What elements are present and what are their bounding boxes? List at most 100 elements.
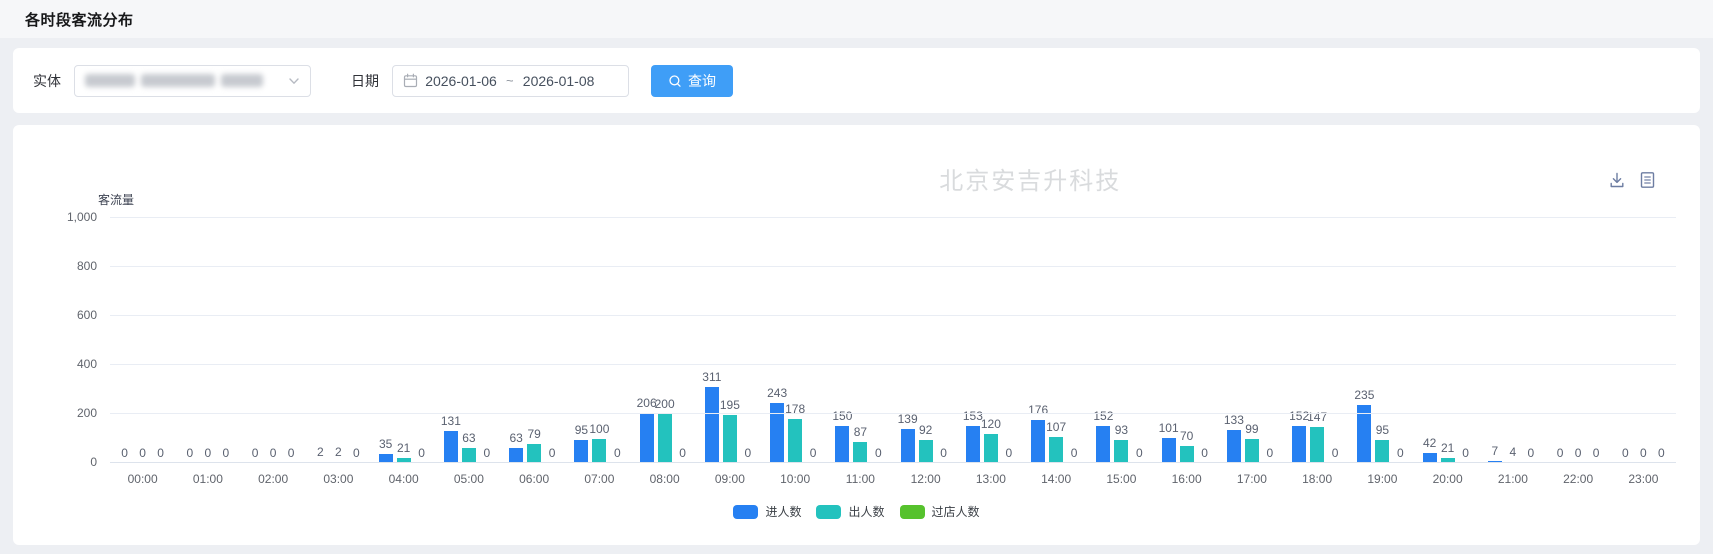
date-end-input[interactable]: 2026-01-08 [516, 73, 602, 89]
bar-series-1[interactable]: 63 [509, 448, 523, 463]
bar-group: 6379006:00 [502, 218, 567, 463]
bar-group: 311195009:00 [697, 218, 762, 463]
legend-item-1[interactable]: 进人数 [733, 503, 801, 520]
bar-value-label: 243 [767, 386, 787, 400]
bar-value-label: 21 [1441, 441, 1454, 455]
bar-value-label: 0 [614, 446, 621, 460]
query-button[interactable]: 查询 [651, 65, 733, 97]
bar-value-label: 0 [484, 446, 491, 460]
bar-value-label: 0 [270, 446, 277, 460]
bar-value-label: 70 [1180, 429, 1193, 443]
bar-value-label: 0 [745, 446, 752, 460]
bar-series-2[interactable]: 93 [1114, 440, 1128, 463]
bar-value-label: 0 [418, 446, 425, 460]
bar-value-label: 0 [1201, 446, 1208, 460]
bar-series-2[interactable]: 99 [1245, 439, 1259, 463]
bar-value-label: 0 [139, 446, 146, 460]
bar-value-label: 235 [1354, 388, 1374, 402]
legend-item-2[interactable]: 出人数 [816, 503, 884, 520]
bar-series-1[interactable]: 206 [640, 413, 654, 463]
bar-group: 3521004:00 [371, 218, 436, 463]
data-view-icon[interactable] [1639, 171, 1656, 189]
bar-value-label: 178 [785, 402, 805, 416]
bar-value-label: 95 [1376, 423, 1389, 437]
query-button-label: 查询 [688, 71, 716, 91]
bar-value-label: 152 [1093, 409, 1113, 423]
bar-value-label: 0 [157, 446, 164, 460]
bar-series-2[interactable]: 147 [1310, 427, 1324, 463]
bar-series-1[interactable]: 176 [1031, 420, 1045, 463]
bar-group: 243178010:00 [763, 218, 828, 463]
bar-value-label: 35 [379, 437, 392, 451]
bar-value-label: 131 [441, 414, 461, 428]
download-icon[interactable] [1608, 171, 1626, 189]
chart-legend: 进人数出人数 过店人数 [13, 503, 1700, 520]
bar-group: 23595019:00 [1350, 218, 1415, 463]
bar-series-1[interactable]: 133 [1227, 430, 1241, 463]
date-range-picker[interactable]: 2026-01-06 ~ 2026-01-08 [392, 65, 629, 97]
bars-row: 00000:0000001:0000002:0022003:003521004:… [110, 218, 1676, 463]
entity-select[interactable] [74, 65, 311, 97]
bar-value-label: 0 [1397, 446, 1404, 460]
bar-series-2[interactable]: 195 [723, 415, 737, 463]
bar-series-2[interactable]: 95 [1375, 440, 1389, 463]
bar-value-label: 0 [252, 446, 259, 460]
bar-series-2[interactable]: 63 [462, 448, 476, 463]
x-axis-tick-label: 01:00 [175, 472, 240, 486]
bar-value-label: 0 [1640, 446, 1647, 460]
page-title: 各时段客流分布 [25, 9, 134, 30]
bar-series-1[interactable]: 152 [1292, 426, 1306, 463]
bar-value-label: 200 [655, 397, 675, 411]
x-axis-tick-label: 17:00 [1219, 472, 1284, 486]
bar-series-1[interactable]: 150 [835, 426, 849, 463]
redacted-text-block [221, 74, 263, 87]
redacted-text-block [85, 74, 135, 87]
legend-label: 过店人数 [932, 503, 980, 520]
gridline [110, 315, 1676, 316]
date-label: 日期 [351, 71, 379, 91]
y-axis-tick-label: 400 [77, 357, 97, 371]
bar-series-1[interactable]: 101 [1162, 438, 1176, 463]
bar-group: 153120013:00 [958, 218, 1023, 463]
bar-series-1[interactable]: 153 [966, 426, 980, 463]
bar-value-label: 0 [1071, 446, 1078, 460]
bar-group: 00023:00 [1611, 218, 1676, 463]
bar-series-2[interactable]: 120 [984, 434, 998, 463]
bar-value-label: 0 [187, 446, 194, 460]
bar-series-2[interactable]: 92 [919, 440, 933, 463]
x-axis-tick-label: 21:00 [1480, 472, 1545, 486]
bar-series-1[interactable]: 311 [705, 387, 719, 463]
bar-value-label: 0 [940, 446, 947, 460]
search-icon [668, 74, 682, 88]
bar-series-2[interactable]: 79 [527, 444, 541, 463]
bar-value-label: 0 [875, 446, 882, 460]
bar-series-2[interactable]: 178 [788, 419, 802, 463]
bar-series-2[interactable]: 87 [853, 442, 867, 463]
bar-series-1[interactable]: 235 [1357, 405, 1371, 463]
x-axis-tick-label: 07:00 [567, 472, 632, 486]
bar-value-label: 311 [702, 370, 721, 384]
bar-value-label: 0 [353, 446, 360, 460]
bar-value-label: 79 [527, 427, 540, 441]
bar-series-2[interactable]: 200 [658, 414, 672, 463]
bar-series-1[interactable]: 131 [444, 431, 458, 463]
bar-value-label: 150 [832, 409, 852, 423]
bar-series-2[interactable]: 70 [1180, 446, 1194, 463]
bar-series-1[interactable]: 95 [574, 440, 588, 463]
date-start-input[interactable]: 2026-01-06 [418, 73, 504, 89]
x-axis-tick-label: 20:00 [1415, 472, 1480, 486]
bar-group: 15087011:00 [828, 218, 893, 463]
bar-value-label: 195 [720, 398, 740, 412]
chart-toolbox [1608, 171, 1656, 189]
bar-series-1[interactable]: 139 [901, 429, 915, 463]
bar-group: 15293015:00 [1089, 218, 1154, 463]
y-axis-tick-label: 0 [90, 455, 97, 469]
bar-value-label: 42 [1423, 436, 1436, 450]
date-separator: ~ [504, 73, 516, 88]
bar-series-2[interactable]: 107 [1049, 437, 1063, 463]
plot-area: 客流量 00000:0000001:0000002:0022003:003521… [110, 218, 1676, 463]
bar-series-1[interactable]: 152 [1096, 426, 1110, 463]
bar-series-2[interactable]: 100 [592, 439, 606, 464]
legend-item-3[interactable]: 过店人数 [900, 503, 980, 520]
bar-value-label: 63 [509, 431, 522, 445]
